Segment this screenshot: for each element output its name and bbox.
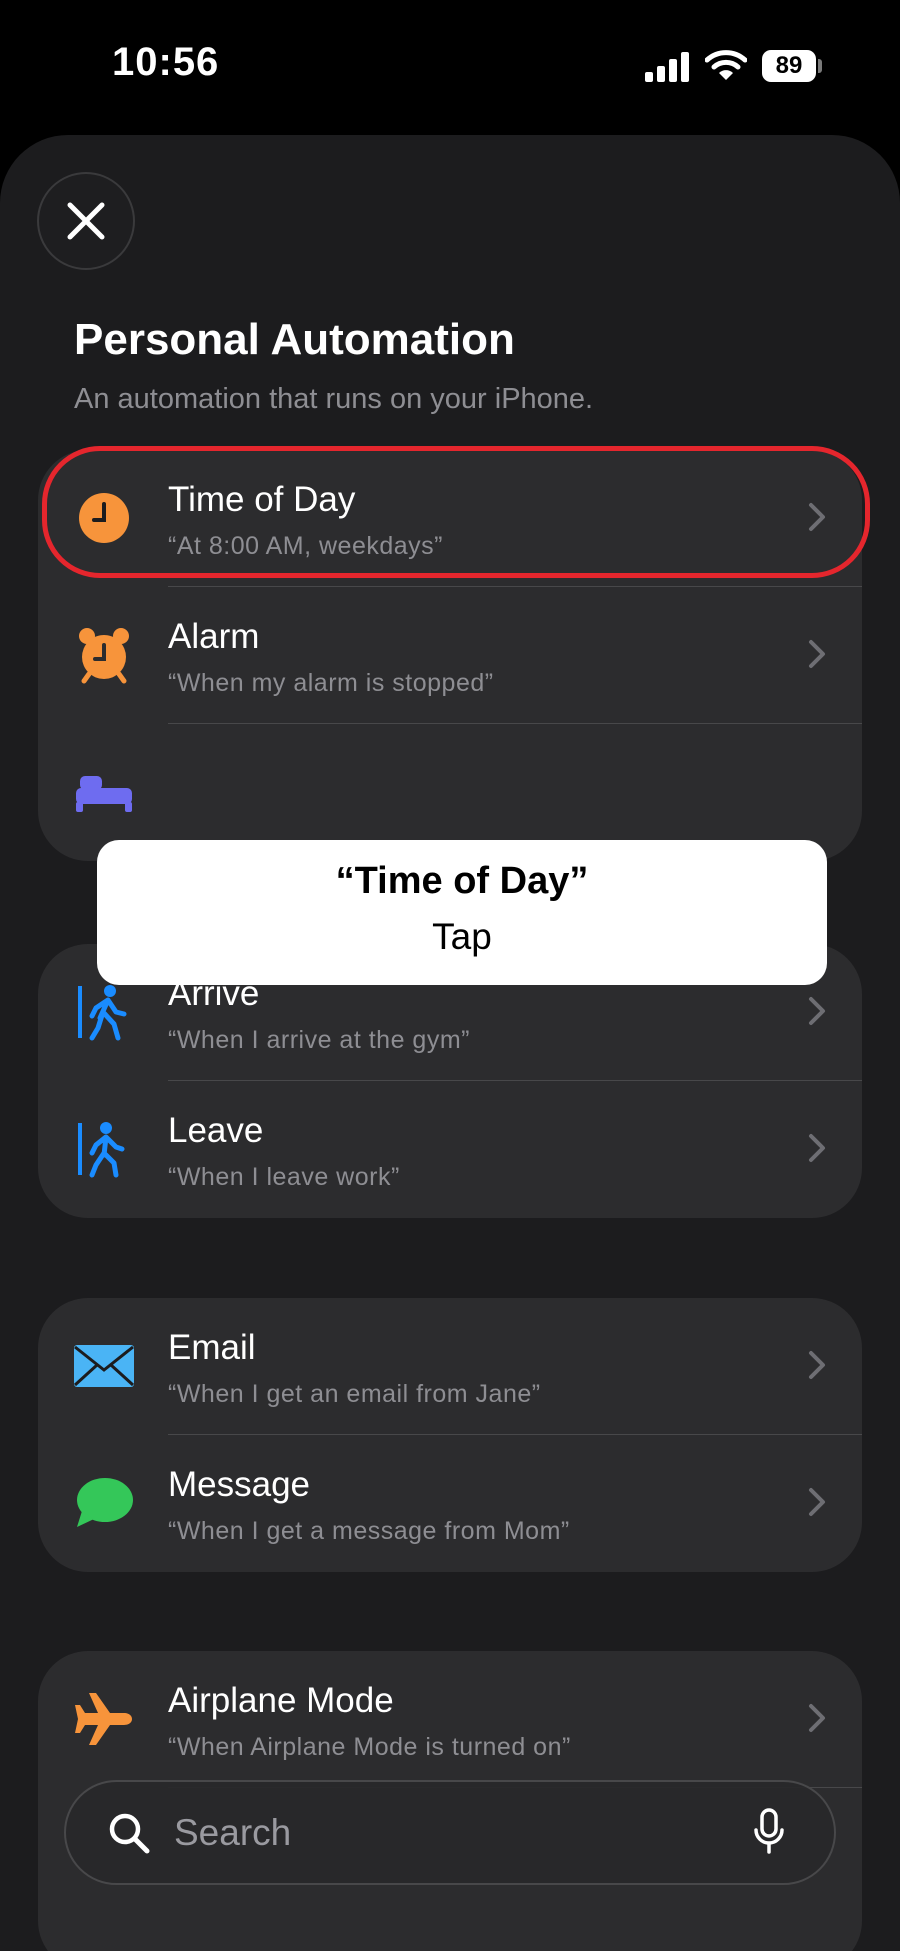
list-item-time-of-day[interactable]: Time of Day “At 8:00 AM, weekdays” xyxy=(38,450,862,587)
triggers-group-communication: Email “When I get an email from Jane” Me… xyxy=(38,1298,862,1572)
chevron-right-icon xyxy=(809,640,825,668)
microphone-icon[interactable] xyxy=(754,1808,784,1856)
page-subtitle: An automation that runs on your iPhone. xyxy=(74,383,594,415)
list-item-airplane-mode[interactable]: Airplane Mode “When Airplane Mode is tur… xyxy=(38,1651,862,1788)
clock-icon xyxy=(79,493,129,543)
battery-indicator: 89 xyxy=(762,50,816,82)
item-title: Email xyxy=(168,1328,256,1367)
item-subtitle: “When I leave work” xyxy=(168,1163,400,1191)
search-bar[interactable] xyxy=(64,1780,836,1885)
phone-screen: 10:56 89 Personal Automation An automati… xyxy=(0,0,900,1951)
page-title: Personal Automation xyxy=(74,315,515,364)
chevron-right-icon xyxy=(809,503,825,531)
item-subtitle: “When I get a message from Mom” xyxy=(168,1517,570,1545)
alarm-clock-icon xyxy=(79,628,129,684)
tooltip-title: “Time of Day” xyxy=(335,860,589,902)
airplane-icon xyxy=(75,1693,132,1745)
chevron-right-icon xyxy=(809,1134,825,1162)
cellular-signal-icon xyxy=(645,52,689,82)
wifi-icon xyxy=(705,50,747,80)
item-title: Alarm xyxy=(168,617,260,656)
chevron-right-icon xyxy=(809,1704,825,1732)
tooltip-action: Tap xyxy=(432,916,492,957)
list-item-message[interactable]: Message “When I get a message from Mom” xyxy=(38,1435,862,1572)
item-title: Time of Day xyxy=(168,480,356,519)
close-button[interactable] xyxy=(37,172,135,270)
status-time: 10:56 xyxy=(112,40,220,84)
item-title: Airplane Mode xyxy=(168,1681,394,1720)
list-item-leave[interactable]: Leave “When I leave work” xyxy=(38,1081,862,1218)
battery-cap xyxy=(818,59,822,73)
item-subtitle: “When my alarm is stopped” xyxy=(168,669,494,697)
message-bubble-icon xyxy=(77,1478,133,1527)
item-subtitle: “When I get an email from Jane” xyxy=(168,1380,541,1408)
search-input[interactable] xyxy=(172,1804,696,1862)
mail-icon xyxy=(73,1345,135,1387)
close-icon xyxy=(67,202,105,240)
item-title: Message xyxy=(168,1465,311,1504)
item-subtitle: “When Airplane Mode is turned on” xyxy=(168,1733,571,1761)
search-icon xyxy=(109,1813,150,1854)
triggers-group-location: Arrive “When I arrive at the gym” Leave … xyxy=(38,944,862,1218)
bed-icon xyxy=(76,776,132,812)
chevron-right-icon xyxy=(809,1351,825,1379)
list-item-email[interactable]: Email “When I get an email from Jane” xyxy=(38,1298,862,1435)
item-subtitle: “When I arrive at the gym” xyxy=(168,1026,470,1054)
chevron-right-icon xyxy=(809,1488,825,1516)
walking-arrive-icon xyxy=(78,985,127,1041)
item-subtitle: “At 8:00 AM, weekdays” xyxy=(168,532,444,560)
automation-sheet: Personal Automation An automation that r… xyxy=(0,135,900,1951)
list-item-alarm[interactable]: Alarm “When my alarm is stopped” xyxy=(38,587,862,724)
walking-leave-icon xyxy=(78,1122,125,1178)
chevron-right-icon xyxy=(809,997,825,1025)
action-tooltip: “Time of Day” Tap xyxy=(97,840,827,985)
item-title: Leave xyxy=(168,1111,264,1150)
status-bar: 10:56 89 xyxy=(0,0,900,130)
triggers-group-time: Time of Day “At 8:00 AM, weekdays” Alarm… xyxy=(38,450,862,861)
